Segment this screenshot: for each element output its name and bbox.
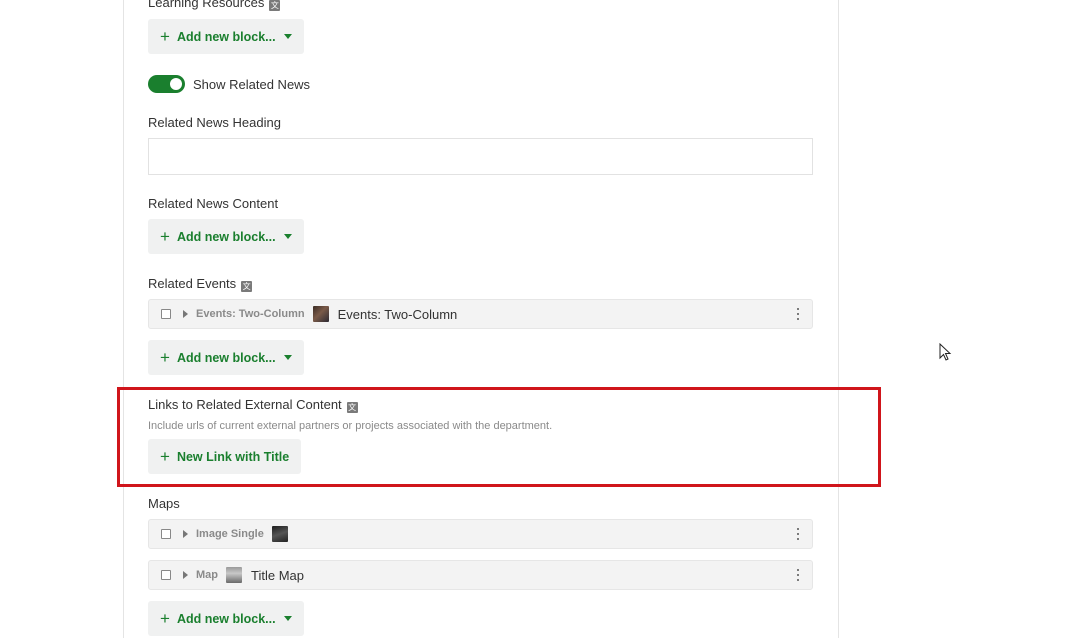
new-link-with-title-button[interactable]: + New Link with Title <box>148 439 302 474</box>
paragraph-row-image-single[interactable]: Image Single <box>148 519 813 549</box>
learning-resources-add-block-button[interactable]: + Add new block... <box>148 19 304 54</box>
plus-icon: + <box>160 27 170 46</box>
expand-triangle-icon[interactable] <box>183 530 188 538</box>
maps-label: Maps <box>148 496 180 511</box>
chevron-down-icon <box>283 234 292 239</box>
show-related-news-toggle[interactable] <box>148 75 185 93</box>
kebab-menu-icon[interactable] <box>796 528 800 540</box>
mouse-cursor-icon <box>939 343 952 361</box>
translate-icon: 文 <box>346 402 358 413</box>
paragraph-type: Map <box>196 569 218 581</box>
translate-icon: 文 <box>241 281 253 292</box>
related-news-content-add-block-button[interactable]: + Add new block... <box>148 219 304 254</box>
kebab-menu-icon[interactable] <box>796 569 800 581</box>
paragraph-type: Events: Two-Column <box>196 308 305 320</box>
paragraph-row-events[interactable]: Events: Two-Column Events: Two-Column <box>148 299 813 329</box>
thumbnail-image <box>271 526 288 542</box>
thumbnail-image <box>312 306 329 322</box>
translate-icon: 文 <box>269 0 281 11</box>
related-events-label: Related Events 文 <box>148 276 253 292</box>
paragraph-type: Image Single <box>196 528 264 540</box>
row-select-checkbox[interactable] <box>161 309 171 319</box>
related-news-content-label: Related News Content <box>148 196 279 211</box>
chevron-down-icon <box>283 355 292 360</box>
kebab-menu-icon[interactable] <box>796 308 800 320</box>
row-select-checkbox[interactable] <box>161 570 171 580</box>
related-events-add-block-button[interactable]: + Add new block... <box>148 340 304 375</box>
paragraph-row-map[interactable]: Map Title Map <box>148 560 813 590</box>
learning-resources-label: Learning Resources 文 <box>148 0 281 11</box>
plus-icon: + <box>160 447 170 466</box>
external-links-label: Links to Related External Content 文 <box>148 397 358 413</box>
related-news-heading-input[interactable] <box>148 138 813 175</box>
plus-icon: + <box>160 609 170 628</box>
thumbnail-image <box>226 567 242 583</box>
paragraph-title: Title Map <box>251 567 304 583</box>
toggle-knob <box>170 78 182 90</box>
external-links-description: Include urls of current external partner… <box>148 420 553 432</box>
paragraph-title: Events: Two-Column <box>337 306 458 322</box>
maps-add-block-button[interactable]: + Add new block... <box>148 601 304 636</box>
row-select-checkbox[interactable] <box>161 529 171 539</box>
expand-triangle-icon[interactable] <box>183 310 188 318</box>
plus-icon: + <box>160 227 170 246</box>
show-related-news-label: Show Related News <box>193 77 311 92</box>
expand-triangle-icon[interactable] <box>183 571 188 579</box>
chevron-down-icon <box>283 34 292 39</box>
plus-icon: + <box>160 348 170 367</box>
chevron-down-icon <box>283 616 292 621</box>
related-news-heading-label: Related News Heading <box>148 115 281 130</box>
